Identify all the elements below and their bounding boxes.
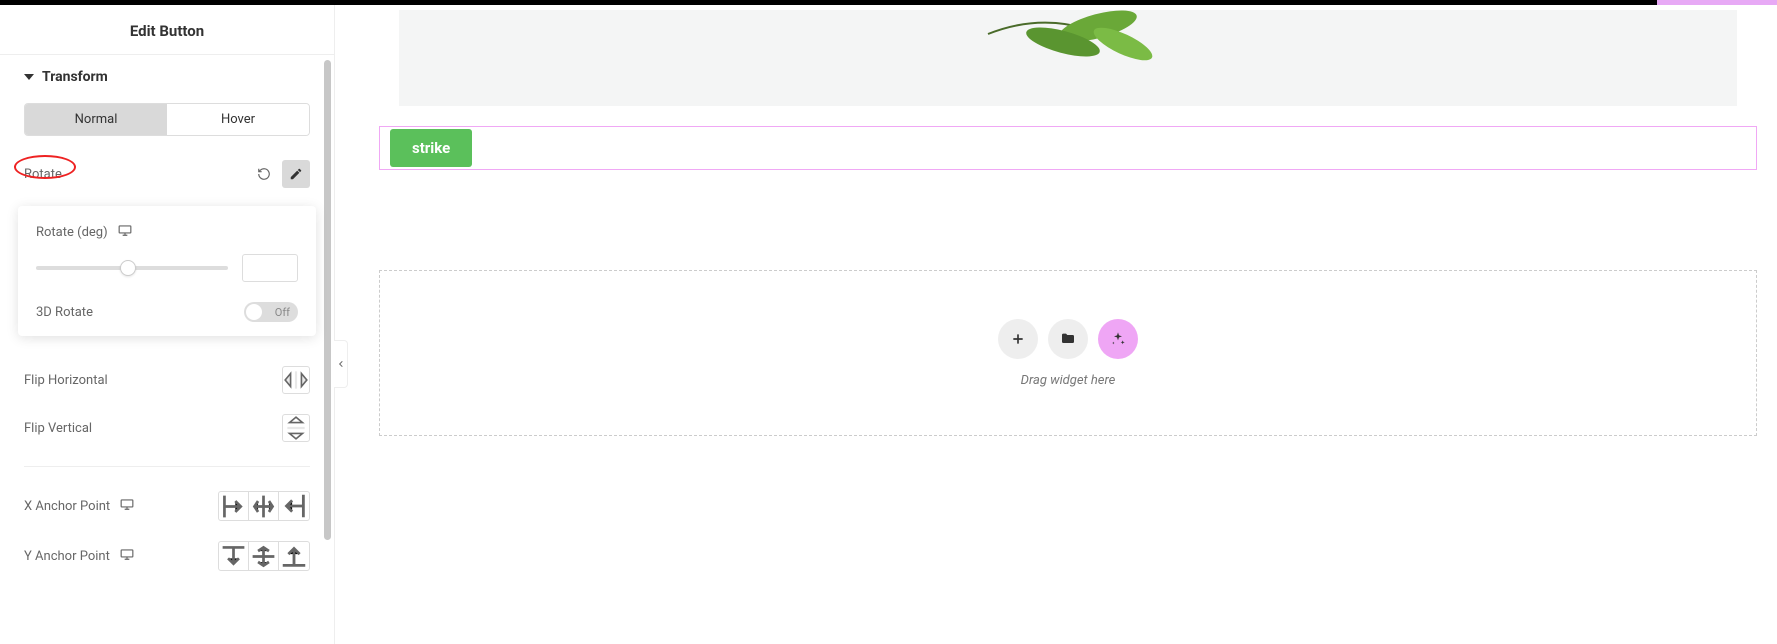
folder-icon[interactable] <box>1048 319 1088 359</box>
x-anchor-row: X Anchor Point <box>0 481 334 531</box>
tab-hover[interactable]: Hover <box>167 104 309 135</box>
state-tabs: Normal Hover <box>24 103 310 136</box>
editor-canvas[interactable]: strike Drag widget here <box>335 0 1777 644</box>
section-transform-header[interactable]: Transform <box>0 55 334 95</box>
y-anchor-center-icon[interactable] <box>249 542 279 570</box>
desktop-icon[interactable] <box>120 498 134 514</box>
rotate-label: Rotate <box>24 167 62 182</box>
tab-normal[interactable]: Normal <box>25 104 167 135</box>
flip-vertical-row: Flip Vertical <box>0 404 334 452</box>
three-d-rotate-toggle[interactable]: Off <box>244 302 298 322</box>
y-anchor-bottom-icon[interactable] <box>279 542 309 570</box>
rotate-row: Rotate <box>0 150 334 198</box>
y-anchor-buttons <box>218 541 310 571</box>
flip-vertical-icon[interactable] <box>282 414 310 442</box>
rotate-popover: Rotate (deg) 3D Rotate Off <box>18 206 316 336</box>
x-anchor-left-icon[interactable] <box>219 492 249 520</box>
x-anchor-right-icon[interactable] <box>279 492 309 520</box>
button-widget-row[interactable]: strike <box>379 126 1757 170</box>
toggle-state-label: Off <box>275 306 290 319</box>
y-anchor-label: Y Anchor Point <box>24 549 110 564</box>
flip-horizontal-label: Flip Horizontal <box>24 373 108 388</box>
strike-button[interactable]: strike <box>390 129 472 167</box>
ai-sparkle-icon[interactable] <box>1098 319 1138 359</box>
rotate-deg-label: Rotate (deg) <box>36 225 108 240</box>
rotate-slider-thumb[interactable] <box>120 260 136 276</box>
top-bar <box>0 0 1777 5</box>
rotate-slider[interactable] <box>36 266 228 270</box>
widget-dropzone[interactable]: Drag widget here <box>379 270 1757 436</box>
pencil-icon[interactable] <box>282 160 310 188</box>
flip-vertical-label: Flip Vertical <box>24 421 92 436</box>
flip-horizontal-icon[interactable] <box>282 366 310 394</box>
add-widget-button[interactable] <box>998 319 1038 359</box>
x-anchor-buttons <box>218 491 310 521</box>
editor-sidebar: Edit Button Transform Normal Hover Rotat… <box>0 0 335 644</box>
sidebar-scrollbar[interactable] <box>324 60 331 540</box>
dropzone-text: Drag widget here <box>1021 373 1116 388</box>
reset-icon[interactable] <box>250 160 278 188</box>
three-d-rotate-label: 3D Rotate <box>36 305 93 320</box>
y-anchor-row: Y Anchor Point <box>0 531 334 581</box>
caret-down-icon <box>24 74 34 80</box>
divider <box>24 466 310 467</box>
x-anchor-label: X Anchor Point <box>24 499 110 514</box>
panel-title: Edit Button <box>0 8 334 55</box>
y-anchor-top-icon[interactable] <box>219 542 249 570</box>
rotate-value-input[interactable] <box>242 254 298 282</box>
section-label: Transform <box>42 69 108 85</box>
leaf-graphic <box>948 10 1188 78</box>
flip-horizontal-row: Flip Horizontal <box>0 356 334 404</box>
desktop-icon[interactable] <box>120 548 134 564</box>
hero-image[interactable] <box>399 10 1737 106</box>
x-anchor-center-icon[interactable] <box>249 492 279 520</box>
desktop-icon[interactable] <box>118 224 132 240</box>
top-bar-accent <box>1657 0 1777 5</box>
toggle-knob <box>246 304 262 320</box>
